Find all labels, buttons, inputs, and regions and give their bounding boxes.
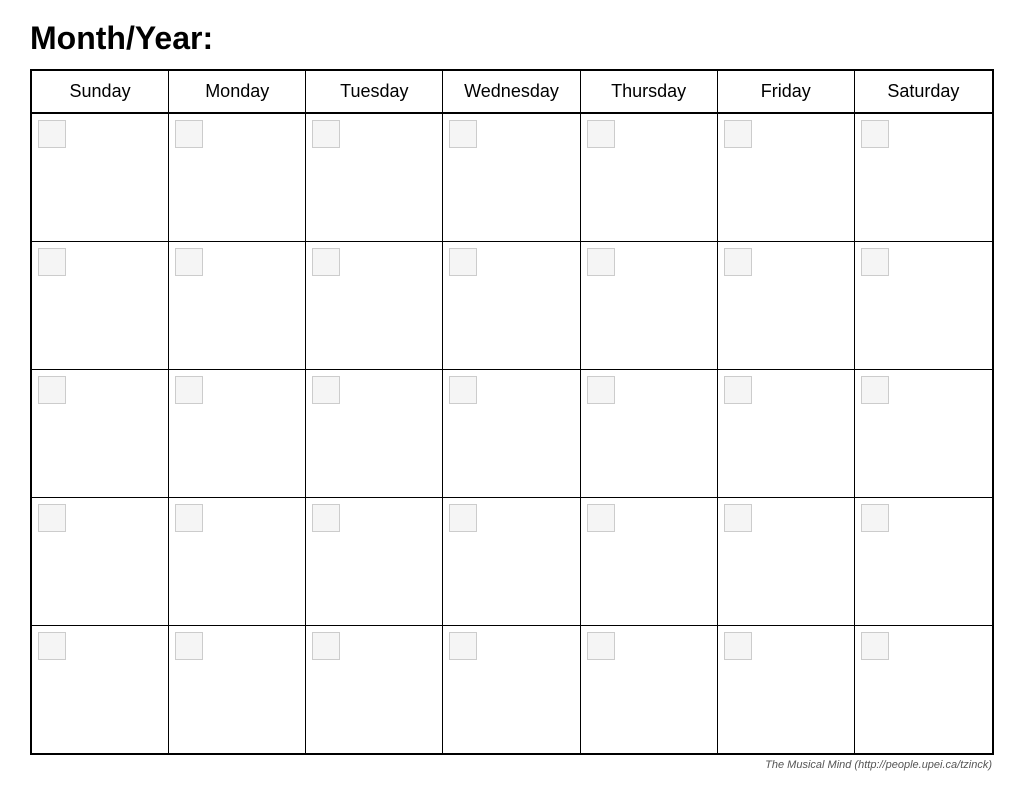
calendar-cell[interactable] bbox=[306, 114, 443, 241]
date-number-box bbox=[724, 504, 752, 532]
calendar-cell[interactable] bbox=[718, 114, 855, 241]
calendar-row bbox=[32, 242, 992, 370]
date-number-box bbox=[587, 120, 615, 148]
date-number-box bbox=[38, 120, 66, 148]
calendar-cell[interactable] bbox=[581, 626, 718, 753]
page: Month/Year: Sunday Monday Tuesday Wednes… bbox=[0, 0, 1024, 791]
date-number-box bbox=[312, 120, 340, 148]
date-number-box bbox=[312, 504, 340, 532]
date-number-box bbox=[861, 248, 889, 276]
date-number-box bbox=[312, 632, 340, 660]
date-number-box bbox=[175, 376, 203, 404]
day-header-wednesday: Wednesday bbox=[443, 71, 580, 112]
calendar-cell[interactable] bbox=[32, 498, 169, 625]
date-number-box bbox=[449, 120, 477, 148]
day-header-monday: Monday bbox=[169, 71, 306, 112]
calendar-cell[interactable] bbox=[32, 626, 169, 753]
calendar-row bbox=[32, 498, 992, 626]
date-number-box bbox=[38, 248, 66, 276]
date-number-box bbox=[175, 248, 203, 276]
day-header-saturday: Saturday bbox=[855, 71, 992, 112]
date-number-box bbox=[587, 248, 615, 276]
calendar-cell[interactable] bbox=[855, 114, 992, 241]
calendar-cell[interactable] bbox=[169, 370, 306, 497]
date-number-box bbox=[175, 504, 203, 532]
date-number-box bbox=[312, 248, 340, 276]
date-number-box bbox=[724, 248, 752, 276]
calendar-cell[interactable] bbox=[581, 114, 718, 241]
date-number-box bbox=[587, 632, 615, 660]
calendar-cell[interactable] bbox=[306, 626, 443, 753]
calendar-cell[interactable] bbox=[718, 242, 855, 369]
day-header-sunday: Sunday bbox=[32, 71, 169, 112]
date-number-box bbox=[449, 376, 477, 404]
calendar-cell[interactable] bbox=[306, 370, 443, 497]
date-number-box bbox=[449, 504, 477, 532]
page-title: Month/Year: bbox=[30, 20, 994, 57]
calendar-header: Sunday Monday Tuesday Wednesday Thursday… bbox=[32, 71, 992, 114]
date-number-box bbox=[38, 504, 66, 532]
date-number-box bbox=[724, 376, 752, 404]
date-number-box bbox=[312, 376, 340, 404]
calendar-cell[interactable] bbox=[718, 370, 855, 497]
date-number-box bbox=[449, 248, 477, 276]
calendar-cell[interactable] bbox=[169, 242, 306, 369]
calendar-row bbox=[32, 114, 992, 242]
calendar-cell[interactable] bbox=[581, 498, 718, 625]
date-number-box bbox=[449, 632, 477, 660]
calendar-cell[interactable] bbox=[306, 498, 443, 625]
calendar-cell[interactable] bbox=[32, 114, 169, 241]
day-header-thursday: Thursday bbox=[581, 71, 718, 112]
calendar-cell[interactable] bbox=[443, 242, 580, 369]
date-number-box bbox=[861, 376, 889, 404]
calendar-row bbox=[32, 626, 992, 753]
calendar-cell[interactable] bbox=[32, 242, 169, 369]
calendar-cell[interactable] bbox=[443, 114, 580, 241]
date-number-box bbox=[175, 120, 203, 148]
date-number-box bbox=[861, 504, 889, 532]
calendar-cell[interactable] bbox=[443, 370, 580, 497]
calendar-cell[interactable] bbox=[718, 626, 855, 753]
calendar-cell[interactable] bbox=[306, 242, 443, 369]
footer-attribution: The Musical Mind (http://people.upei.ca/… bbox=[30, 755, 994, 771]
calendar: Sunday Monday Tuesday Wednesday Thursday… bbox=[30, 69, 994, 755]
date-number-box bbox=[861, 120, 889, 148]
calendar-cell[interactable] bbox=[718, 498, 855, 625]
date-number-box bbox=[175, 632, 203, 660]
date-number-box bbox=[724, 632, 752, 660]
day-header-tuesday: Tuesday bbox=[306, 71, 443, 112]
calendar-row bbox=[32, 370, 992, 498]
date-number-box bbox=[587, 504, 615, 532]
date-number-box bbox=[861, 632, 889, 660]
calendar-cell[interactable] bbox=[855, 242, 992, 369]
date-number-box bbox=[38, 376, 66, 404]
calendar-body bbox=[32, 114, 992, 753]
calendar-cell[interactable] bbox=[169, 498, 306, 625]
day-header-friday: Friday bbox=[718, 71, 855, 112]
calendar-cell[interactable] bbox=[32, 370, 169, 497]
calendar-cell[interactable] bbox=[581, 370, 718, 497]
calendar-cell[interactable] bbox=[855, 626, 992, 753]
calendar-cell[interactable] bbox=[443, 626, 580, 753]
calendar-cell[interactable] bbox=[855, 498, 992, 625]
date-number-box bbox=[724, 120, 752, 148]
calendar-cell[interactable] bbox=[443, 498, 580, 625]
calendar-cell[interactable] bbox=[581, 242, 718, 369]
date-number-box bbox=[38, 632, 66, 660]
calendar-cell[interactable] bbox=[855, 370, 992, 497]
date-number-box bbox=[587, 376, 615, 404]
calendar-cell[interactable] bbox=[169, 626, 306, 753]
calendar-cell[interactable] bbox=[169, 114, 306, 241]
